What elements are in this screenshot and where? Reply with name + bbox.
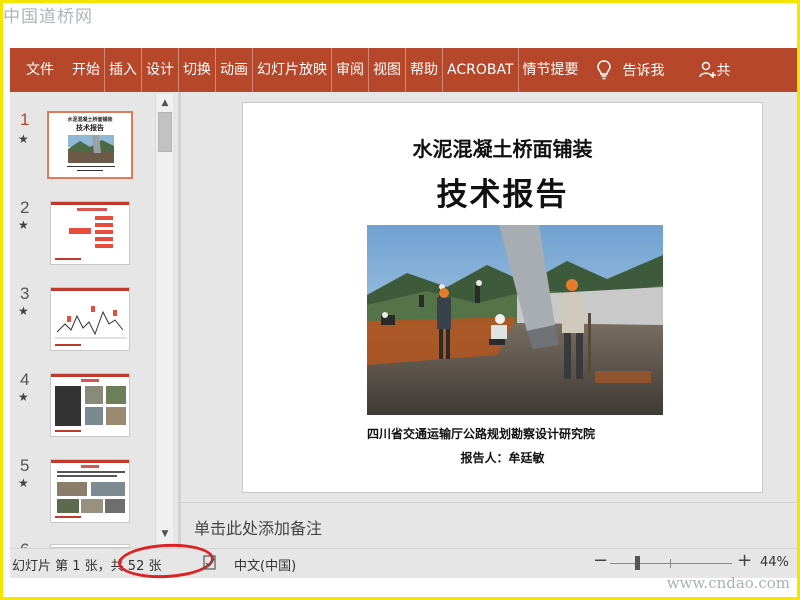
slide-reporter[interactable]: 报告人：牟廷敏 [243,449,762,466]
thumbnail-title-bar [81,379,99,382]
thumbnail-photo [85,386,103,404]
zoom-slider-thumb[interactable] [635,556,640,570]
thumbnail-text-line [67,166,115,167]
share-label: 共 [716,63,731,79]
thumbnail-photo [105,499,125,513]
zoom-out-button[interactable]: − [593,550,608,571]
watermark-url-text: www.cndao.com [666,574,790,592]
slide-main-title[interactable]: 技术报告 [243,169,762,214]
thumbnail-title-bar [77,208,107,211]
thumbnail-diagram-node [95,216,113,220]
thumbnail-photo [106,386,126,404]
lightbulb-icon [596,60,611,80]
tab-slideshow[interactable]: 幻灯片放映 [253,48,332,92]
tab-design[interactable]: 设计 [142,48,179,92]
powerpoint-window: 文件 开始 插入 设计 切换 动画 幻灯片放映 审阅 视图 帮助 ACROBAT… [10,48,800,581]
notes-pane[interactable]: 单击此处添加备注 [181,502,800,548]
scrollbar-thumb[interactable] [158,112,172,152]
language-indicator[interactable]: 中文(中国) [234,555,296,574]
scroll-down-arrow-icon[interactable]: ▼ [159,528,171,540]
slide-number-6: 6 [20,540,29,548]
slide-thumbnail-pane: 1 ★ 水泥混凝土桥面铺装 技术报告 2 ★ 3 ★ 4 ★ 5 ★ ▲ ▼ [10,92,178,548]
tab-transitions[interactable]: 切换 [179,48,216,92]
tab-storyboard[interactable]: 情节提要 [519,48,583,92]
thumbnail-photo [85,407,103,425]
thumbnail-footer [55,430,81,432]
tab-acrobat[interactable]: ACROBAT [443,48,519,92]
slide-canvas[interactable]: 水泥混凝土桥面铺装 技术报告 四川省交通运输厅公路规划勘察设计研究院 报告人：牟… [242,102,763,493]
share-button[interactable]: 共 [698,60,731,80]
thumbnail-header-bar [51,374,129,377]
slide-number-2: 2 [20,198,30,217]
tab-help[interactable]: 帮助 [406,48,443,92]
tab-review[interactable]: 审阅 [332,48,369,92]
tell-me-label: 告诉我 [622,63,665,79]
slide-number-5: 5 [20,456,30,475]
slide-editor: 水泥混凝土桥面铺装 技术报告 四川省交通运输厅公路规划勘察设计研究院 报告人：牟… [181,92,800,502]
slide-number-1: 1 [20,110,30,129]
thumbnail-footer [55,516,81,518]
animation-star-icon: ★ [18,304,29,318]
slide-thumbnail-5[interactable] [50,459,130,523]
tab-home[interactable]: 开始 [68,48,105,92]
animation-star-icon: ★ [18,218,29,232]
tab-view[interactable]: 视图 [369,48,406,92]
tab-insert[interactable]: 插入 [105,48,142,92]
thumbnail-diagram-node [95,230,113,234]
zoom-slider-center-tick [670,559,671,568]
slide-thumbnail-2[interactable] [50,201,130,265]
zoom-percentage[interactable]: 44% [760,555,789,570]
thumbnail-photo [57,499,79,513]
thumbnail-text-line [57,471,125,473]
thumbnail-mini-main: 技术报告 [76,123,104,132]
tab-animations[interactable]: 动画 [216,48,253,92]
thumbnail-photo [91,482,125,496]
slide-number-3: 3 [20,284,30,303]
spell-check-icon[interactable] [203,555,217,571]
slide-thumbnail-4[interactable] [50,373,130,437]
thumbnail-mini-title: 水泥混凝土桥面铺装 [67,117,113,123]
thumbnail-scrollbar[interactable]: ▲ ▼ [155,94,173,544]
construction-photo[interactable] [367,225,663,415]
thumbnail-chart [55,306,127,339]
red-highlight-ellipse [117,541,215,581]
thumbnail-diagram-node [95,244,113,248]
slide-number-4: 4 [20,370,30,389]
slide-title[interactable]: 水泥混凝土桥面铺装 [243,133,762,162]
slide-thumbnail-1[interactable]: 水泥混凝土桥面铺装 技术报告 [47,111,133,179]
slide-position-label: 幻灯片 第 1 张， [12,559,111,574]
slide-thumbnail-3[interactable] [50,287,130,351]
thumbnail-header-bar [51,202,129,205]
slide-organization[interactable]: 四川省交通运输厅公路规划勘察设计研究院 [367,425,595,442]
thumbnail-photo [57,482,87,496]
animation-star-icon: ★ [18,132,29,146]
thumbnail-diagram-node [95,223,113,227]
thumbnail-footer [55,344,81,346]
thumbnail-title-bar [81,465,99,468]
zoom-slider-track[interactable] [610,563,732,564]
thumbnail-diagram-node [95,237,113,241]
tab-file[interactable]: 文件 [14,48,68,92]
thumbnail-photo [106,407,126,425]
thumbnail-footer [55,258,81,260]
zoom-in-button[interactable]: + [737,550,752,571]
thumbnail-text-line [57,475,117,477]
thumbnail-header-bar [51,460,129,463]
thumbnail-photo [81,499,103,513]
tell-me-search[interactable]: 告诉我 [596,60,665,80]
thumbnail-text-block [55,386,81,426]
animation-star-icon: ★ [18,476,29,490]
thumbnail-photo [68,135,114,163]
scroll-up-arrow-icon[interactable]: ▲ [159,97,171,109]
notes-placeholder: 单击此处添加备注 [194,519,323,538]
animation-star-icon: ★ [18,390,29,404]
watermark-logo-text: 中国道桥网 [3,7,93,27]
thumbnail-text-line [77,170,103,171]
thumbnail-diagram-node [69,228,91,234]
person-add-icon [698,61,716,78]
thumbnail-header-bar [51,288,129,291]
ribbon-tabs: 文件 开始 插入 设计 切换 动画 幻灯片放映 审阅 视图 帮助 ACROBAT… [10,48,800,92]
